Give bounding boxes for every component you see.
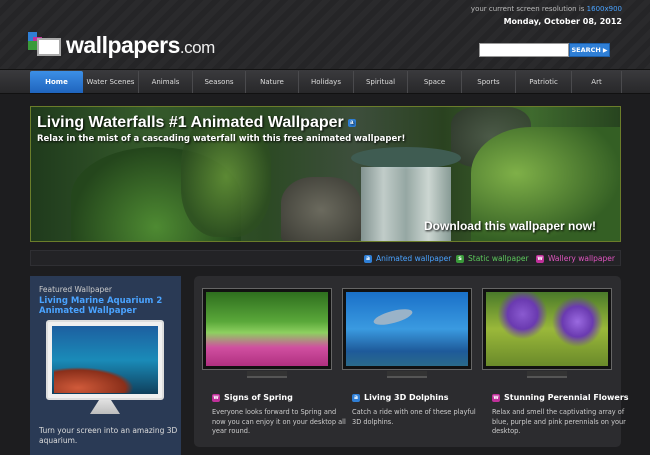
featured-wallpaper-panel: Featured Wallpaper Living Marine Aquariu… xyxy=(30,276,181,455)
static-badge-icon: s xyxy=(456,254,464,263)
search-button-label: SEARCH xyxy=(571,46,601,54)
nav-item-seasons[interactable]: Seasons xyxy=(193,71,246,93)
featured-title-link[interactable]: Living Marine Aquarium 2 Animated Wallpa… xyxy=(39,296,174,316)
monitor-base xyxy=(387,371,427,378)
main-nav: Home Water Scenes Animals Seasons Nature… xyxy=(0,70,650,94)
featured-monitor-image[interactable] xyxy=(46,320,164,400)
nav-item-space[interactable]: Space xyxy=(408,71,462,93)
legend-label: Animated wallpaper xyxy=(376,254,452,263)
legend-label: Static wallpaper xyxy=(468,254,529,263)
legend-item-wallery[interactable]: w Wallery wallpaper xyxy=(536,254,615,263)
arrow-right-icon: ▶ xyxy=(602,46,608,54)
nav-item-art[interactable]: Art xyxy=(572,71,622,93)
wallery-badge-icon: w xyxy=(492,393,500,402)
wallpaper-grid: w Signs of Spring Everyone looks forward… xyxy=(194,276,629,447)
monitor-stand xyxy=(90,400,120,414)
monitor-base xyxy=(247,371,287,378)
screen-resolution-line: your current screen resolution is 1600x9… xyxy=(471,5,622,13)
monitor-base xyxy=(527,371,567,378)
nav-item-patriotic[interactable]: Patriotic xyxy=(516,71,572,93)
wallpaper-card[interactable]: w Signs of Spring Everyone looks forward… xyxy=(202,288,346,446)
hero-title-text: Living Waterfalls #1 Animated Wallpaper xyxy=(37,114,344,131)
animated-badge-icon: a xyxy=(352,393,360,402)
current-date: Monday, October 08, 2012 xyxy=(503,17,622,26)
nav-label: Space xyxy=(423,78,446,86)
animated-badge-icon: a xyxy=(347,119,356,127)
wallpaper-type-legend: a Animated wallpaper s Static wallpaper … xyxy=(30,250,621,266)
wallpaper-title: Stunning Perennial Flowers xyxy=(504,393,629,402)
featured-label: Featured Wallpaper xyxy=(39,285,113,294)
wallpaper-description: Everyone looks forward to Spring and now… xyxy=(212,408,346,436)
nav-item-spiritual[interactable]: Spiritual xyxy=(354,71,408,93)
nav-label: Spiritual xyxy=(365,78,396,86)
nav-label: Sports xyxy=(477,78,500,86)
wallpaper-description: Catch a ride with one of these playful 3… xyxy=(352,408,476,426)
wallpaper-card[interactable]: a Living 3D Dolphins Catch a ride with o… xyxy=(342,288,476,446)
logo-suffix: .com xyxy=(179,37,215,57)
search-input[interactable] xyxy=(479,43,569,57)
site-header: your current screen resolution is 1600x9… xyxy=(0,0,650,70)
screen-resolution-prefix: your current screen resolution is xyxy=(470,5,585,13)
wallpaper-title: Living 3D Dolphins xyxy=(364,393,449,402)
nav-label: Seasons xyxy=(204,78,234,86)
nav-item-water-scenes[interactable]: Water Scenes xyxy=(83,71,139,93)
nav-item-holidays[interactable]: Holidays xyxy=(299,71,354,93)
hero-subtitle: Relax in the mist of a cascading waterfa… xyxy=(37,134,406,144)
nav-label: Nature xyxy=(260,78,284,86)
nav-label: Holidays xyxy=(311,78,341,86)
wallery-badge-icon: w xyxy=(536,254,544,263)
wallpaper-thumbnail[interactable] xyxy=(202,288,332,370)
nav-label: Art xyxy=(591,78,602,86)
nav-label: Water Scenes xyxy=(86,78,135,86)
logo-icon xyxy=(28,32,64,58)
hero-download-link[interactable]: Download this wallpaper now! xyxy=(424,219,596,233)
nav-item-nature[interactable]: Nature xyxy=(246,71,299,93)
wallpaper-description: Relax and smell the captivating array of… xyxy=(492,408,626,436)
search-button[interactable]: SEARCH ▶ xyxy=(569,43,610,57)
nav-label: Animals xyxy=(151,78,180,86)
wallpaper-title-link[interactable]: w Signs of Spring xyxy=(212,393,293,402)
wallpaper-title-link[interactable]: a Living 3D Dolphins xyxy=(352,393,449,402)
animated-badge-icon: a xyxy=(364,254,372,263)
wallpaper-title-link[interactable]: w Stunning Perennial Flowers xyxy=(492,393,629,402)
legend-label: Wallery wallpaper xyxy=(548,254,615,263)
hero-rock xyxy=(281,177,361,241)
wallery-badge-icon: w xyxy=(212,393,220,402)
hero-title[interactable]: Living Waterfalls #1 Animated Wallpaper … xyxy=(37,114,356,132)
legend-item-animated[interactable]: a Animated wallpaper xyxy=(364,254,451,263)
nav-label: Patriotic xyxy=(529,78,558,86)
coral xyxy=(54,367,134,393)
wallpaper-thumbnail[interactable] xyxy=(342,288,472,370)
legend-item-static[interactable]: s Static wallpaper xyxy=(456,254,529,263)
nav-item-animals[interactable]: Animals xyxy=(139,71,193,93)
logo-text: wallpapers.com xyxy=(66,32,215,59)
featured-description: Turn your screen into an amazing 3D aqua… xyxy=(39,426,178,445)
site-logo[interactable]: wallpapers.com xyxy=(28,30,215,60)
hero-banner[interactable]: Living Waterfalls #1 Animated Wallpaper … xyxy=(30,106,621,242)
wallpaper-title: Signs of Spring xyxy=(224,393,293,402)
wallpaper-thumbnail[interactable] xyxy=(482,288,612,370)
nav-item-home[interactable]: Home xyxy=(30,71,83,93)
hero-pond xyxy=(351,147,461,169)
screen-resolution-value: 1600x900 xyxy=(586,5,622,13)
nav-item-sports[interactable]: Sports xyxy=(462,71,516,93)
logo-main: wallpapers xyxy=(66,31,180,58)
wallpaper-card[interactable]: w Stunning Perennial Flowers Relax and s… xyxy=(482,288,629,446)
nav-label: Home xyxy=(45,78,68,86)
